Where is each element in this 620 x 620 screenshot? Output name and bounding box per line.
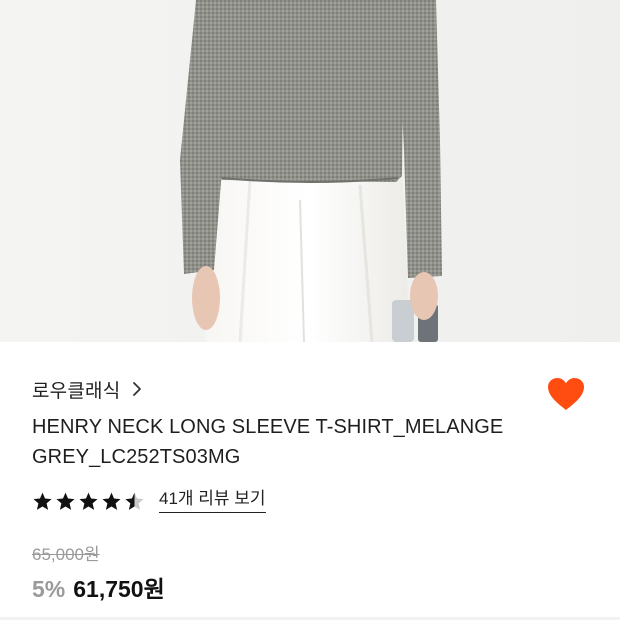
star-full-icon [33,492,52,510]
rating-row: 41개 리뷰 보기 [32,486,266,516]
original-price: 65,000원 [32,545,100,564]
star-full-icon [79,492,98,510]
product-photo-illustration [0,0,620,342]
star-half-icon [125,492,144,510]
price-row: 5% 61,750원 [32,570,165,604]
heart-icon [548,378,584,410]
star-full-icon [102,492,121,510]
brand-link[interactable]: 로우클래식 [32,376,142,402]
wishlist-button[interactable] [544,374,588,414]
review-link[interactable]: 41개 리뷰 보기 [159,489,266,513]
star-rating [32,491,145,512]
brand-name: 로우클래식 [32,380,121,402]
sale-price: 61,750원 [73,576,165,602]
product-info-panel: 로우클래식 HENRY NECK LONG SLEEVE T-SHIRT_MEL… [0,342,620,620]
chevron-right-icon [132,381,142,397]
discount-rate: 5% [32,576,66,602]
product-title: HENRY NECK LONG SLEEVE T-SHIRT_MELANGE G… [32,416,504,468]
star-full-icon [56,492,75,510]
product-photo[interactable] [0,0,620,342]
